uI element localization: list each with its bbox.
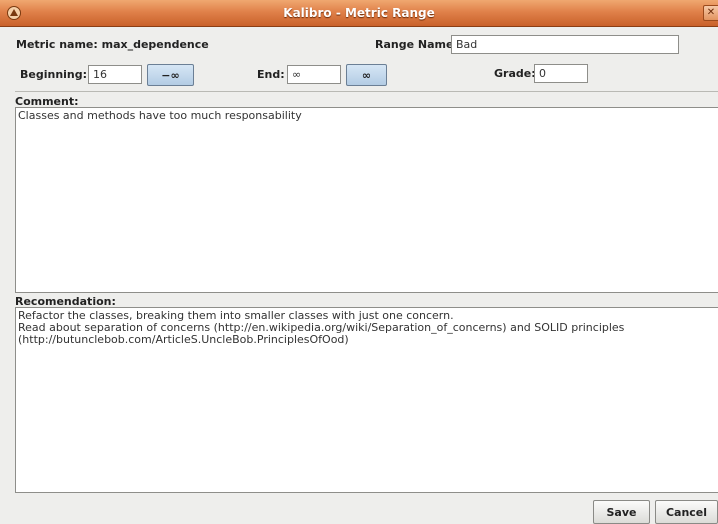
grade-label: Grade: — [494, 67, 536, 80]
range-name-label: Range Name: — [375, 38, 458, 51]
close-icon[interactable]: ✕ — [703, 5, 718, 21]
divider — [15, 91, 718, 92]
save-button[interactable]: Save — [593, 500, 650, 524]
grade-input[interactable] — [534, 64, 588, 83]
window-titlebar: Kalibro - Metric Range ✕ — [0, 0, 718, 27]
beginning-label: Beginning: — [20, 68, 88, 81]
end-label: End: — [257, 68, 285, 81]
recommendation-textarea[interactable]: Refactor the classes, breaking them into… — [15, 307, 718, 493]
range-name-input[interactable] — [451, 35, 679, 54]
infinity-button[interactable]: ∞ — [346, 64, 387, 86]
window-title: Kalibro - Metric Range — [283, 6, 435, 20]
beginning-input[interactable] — [88, 65, 142, 84]
comment-textarea[interactable]: Classes and methods have too much respon… — [15, 107, 718, 293]
cancel-button[interactable]: Cancel — [655, 500, 718, 524]
end-input[interactable] — [287, 65, 341, 84]
metric-name-label: Metric name: max_dependence — [16, 38, 209, 51]
minus-infinity-button[interactable]: −∞ — [147, 64, 194, 86]
